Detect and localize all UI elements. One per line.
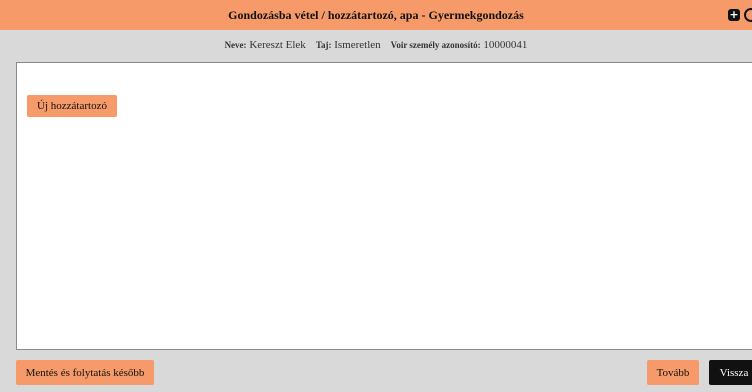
title-bar: Gondozásba vétel / hozzátartozó, apa - G…: [0, 0, 752, 30]
plus-square-icon[interactable]: +: [728, 9, 740, 21]
content-panel: Új hozzátartozó: [16, 62, 752, 350]
name-label: Neve:: [224, 40, 247, 50]
name-info: Neve: Kereszt Elek: [225, 39, 306, 51]
voir-value: 10000041: [483, 39, 528, 51]
taj-label: Taj:: [315, 40, 332, 50]
voir-label: Voir személy azonosító:: [390, 40, 481, 50]
patient-info-bar: Neve: Kereszt Elek Taj: Ismeretlen Voir …: [0, 30, 752, 60]
back-button[interactable]: Vissza: [709, 360, 752, 385]
name-value: Kereszt Elek: [249, 39, 306, 51]
page-title: Gondozásba vétel / hozzátartozó, apa - G…: [228, 7, 524, 22]
save-and-continue-later-button[interactable]: Mentés és folytatás később: [16, 360, 154, 385]
voir-info: Voir személy azonosító: 10000041: [391, 39, 528, 51]
taj-info: Taj: Ismeretlen: [316, 39, 381, 51]
new-relative-button[interactable]: Új hozzátartozó: [27, 95, 117, 117]
title-icons: +: [728, 8, 752, 22]
next-button[interactable]: Tovább: [647, 360, 699, 385]
circle-icon[interactable]: [744, 8, 752, 22]
taj-value: Ismeretlen: [334, 39, 381, 51]
